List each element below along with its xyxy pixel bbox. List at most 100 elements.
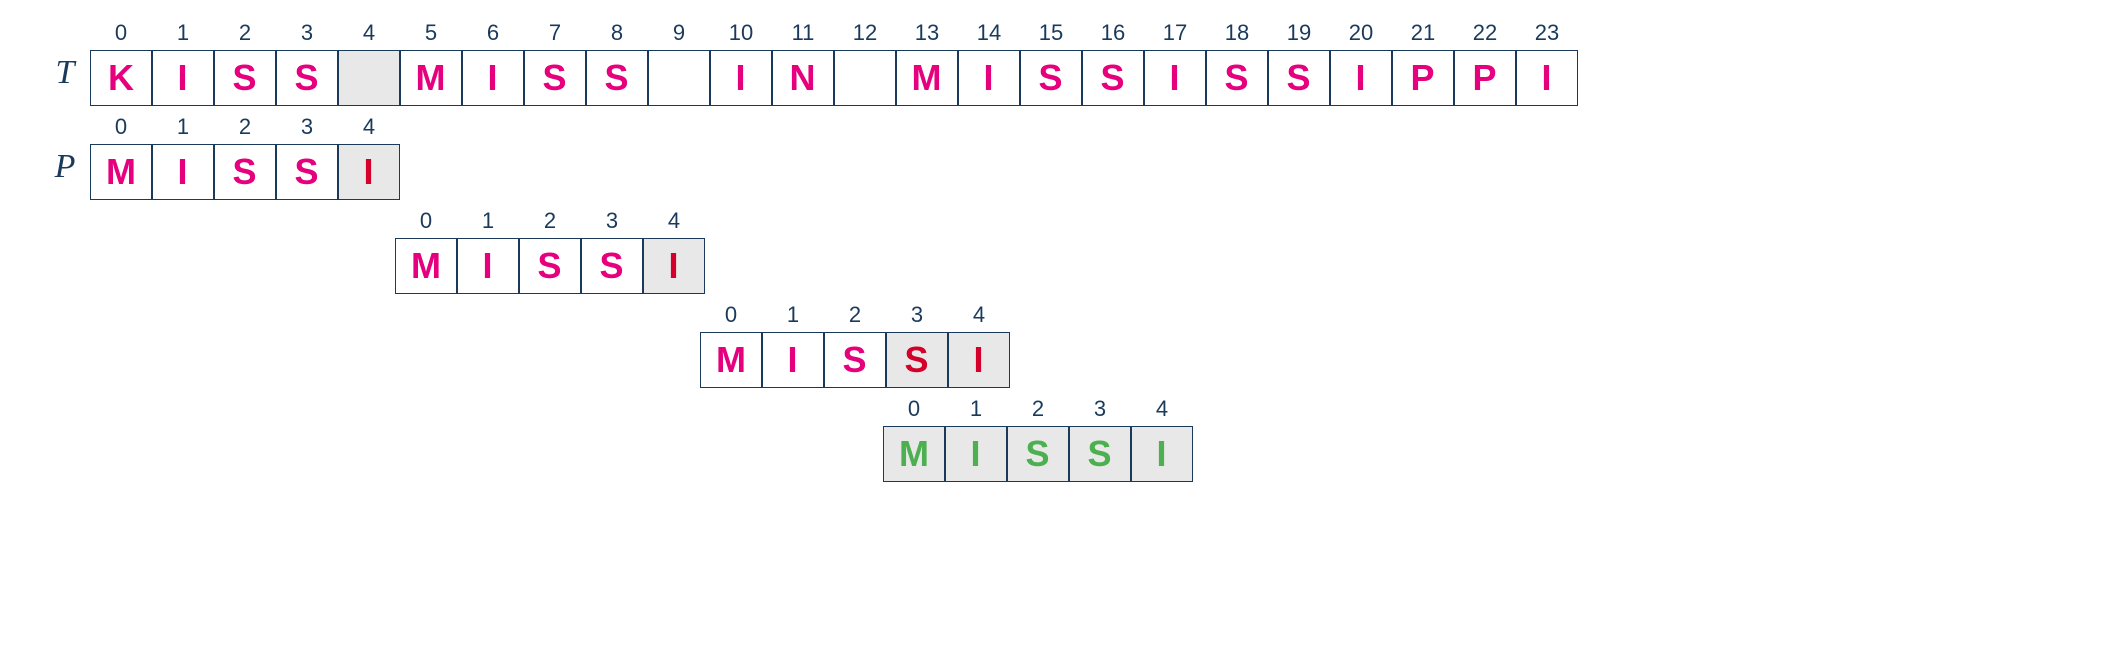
column: 4I bbox=[948, 302, 1010, 388]
cell: S bbox=[214, 144, 276, 200]
cell: I bbox=[338, 144, 400, 200]
column: 16S bbox=[1082, 20, 1144, 106]
cell: I bbox=[1330, 50, 1392, 106]
column: 13M bbox=[896, 20, 958, 106]
column: 22P bbox=[1454, 20, 1516, 106]
index-label: 10 bbox=[729, 20, 753, 50]
column: 9 bbox=[648, 20, 710, 106]
cell: I bbox=[958, 50, 1020, 106]
cell bbox=[648, 50, 710, 106]
cell: P bbox=[1392, 50, 1454, 106]
cell-group: 0M1I2S3S4I bbox=[395, 208, 705, 294]
cell: S bbox=[1082, 50, 1144, 106]
index-label: 13 bbox=[915, 20, 939, 50]
index-label: 11 bbox=[792, 20, 815, 50]
column: 3S bbox=[886, 302, 948, 388]
column: 4I bbox=[1131, 396, 1193, 482]
column: 0M bbox=[395, 208, 457, 294]
column: 2S bbox=[214, 114, 276, 200]
index-label: 21 bbox=[1411, 20, 1435, 50]
column: 5M bbox=[400, 20, 462, 106]
index-label: 0 bbox=[420, 208, 432, 238]
cell: S bbox=[1268, 50, 1330, 106]
cell: S bbox=[581, 238, 643, 294]
cell: I bbox=[945, 426, 1007, 482]
cell: M bbox=[883, 426, 945, 482]
cell: S bbox=[886, 332, 948, 388]
column: 3S bbox=[276, 114, 338, 200]
cell: M bbox=[700, 332, 762, 388]
column: 0M bbox=[700, 302, 762, 388]
cell: I bbox=[152, 144, 214, 200]
cell: N bbox=[772, 50, 834, 106]
cell: S bbox=[276, 144, 338, 200]
column: 8S bbox=[586, 20, 648, 106]
index-label: 19 bbox=[1287, 20, 1311, 50]
index-label: 0 bbox=[115, 20, 127, 50]
cell: I bbox=[948, 332, 1010, 388]
index-label: 4 bbox=[973, 302, 985, 332]
index-label: 5 bbox=[425, 20, 437, 50]
column: 2S bbox=[214, 20, 276, 106]
index-label: 18 bbox=[1225, 20, 1249, 50]
index-label: 3 bbox=[606, 208, 618, 238]
pattern-row: 0M1I2S3S4I bbox=[40, 396, 2088, 482]
index-label: 1 bbox=[177, 114, 189, 144]
cell: P bbox=[1454, 50, 1516, 106]
index-label: 2 bbox=[849, 302, 861, 332]
index-label: 16 bbox=[1101, 20, 1125, 50]
cell bbox=[834, 50, 896, 106]
column: 7S bbox=[524, 20, 586, 106]
index-label: 3 bbox=[301, 20, 313, 50]
column: 3S bbox=[581, 208, 643, 294]
index-label: 9 bbox=[673, 20, 685, 50]
index-label: 7 bbox=[549, 20, 561, 50]
cell: M bbox=[90, 144, 152, 200]
index-label: 2 bbox=[1032, 396, 1044, 426]
index-label: 4 bbox=[668, 208, 680, 238]
index-label: 14 bbox=[977, 20, 1001, 50]
cell: I bbox=[457, 238, 519, 294]
cell: I bbox=[152, 50, 214, 106]
column: 0M bbox=[883, 396, 945, 482]
cell: I bbox=[1144, 50, 1206, 106]
index-label: 17 bbox=[1163, 20, 1187, 50]
cell: S bbox=[1020, 50, 1082, 106]
index-label: 4 bbox=[1156, 396, 1168, 426]
cell: S bbox=[824, 332, 886, 388]
cell: I bbox=[462, 50, 524, 106]
cell: I bbox=[643, 238, 705, 294]
column: 4 bbox=[338, 20, 400, 106]
column: 4I bbox=[338, 114, 400, 200]
index-label: 23 bbox=[1535, 20, 1559, 50]
cell: M bbox=[400, 50, 462, 106]
column: 1I bbox=[152, 114, 214, 200]
index-label: 4 bbox=[363, 20, 375, 50]
cell: S bbox=[1069, 426, 1131, 482]
column: 11N bbox=[772, 20, 834, 106]
column: 19S bbox=[1268, 20, 1330, 106]
cell: S bbox=[586, 50, 648, 106]
cell: S bbox=[276, 50, 338, 106]
cell: I bbox=[1516, 50, 1578, 106]
column: 15S bbox=[1020, 20, 1082, 106]
pattern-row: 0M1I2S3S4I bbox=[40, 302, 2088, 388]
index-label: 1 bbox=[970, 396, 982, 426]
cell-group: 0M1I2S3S4I bbox=[90, 114, 400, 200]
index-label: 2 bbox=[239, 20, 251, 50]
cell: I bbox=[1131, 426, 1193, 482]
column: 2S bbox=[1007, 396, 1069, 482]
index-label: 22 bbox=[1473, 20, 1497, 50]
column: 1I bbox=[457, 208, 519, 294]
column: 10I bbox=[710, 20, 772, 106]
text-row: T0K1I2S3S45M6I7S8S910I11N1213M14I15S16S1… bbox=[40, 20, 2088, 106]
cell: M bbox=[395, 238, 457, 294]
column: 18S bbox=[1206, 20, 1268, 106]
index-label: 3 bbox=[1094, 396, 1106, 426]
column: 6I bbox=[462, 20, 524, 106]
cell: S bbox=[524, 50, 586, 106]
column: 3S bbox=[276, 20, 338, 106]
column: 20I bbox=[1330, 20, 1392, 106]
index-label: 0 bbox=[115, 114, 127, 144]
column: 12 bbox=[834, 20, 896, 106]
